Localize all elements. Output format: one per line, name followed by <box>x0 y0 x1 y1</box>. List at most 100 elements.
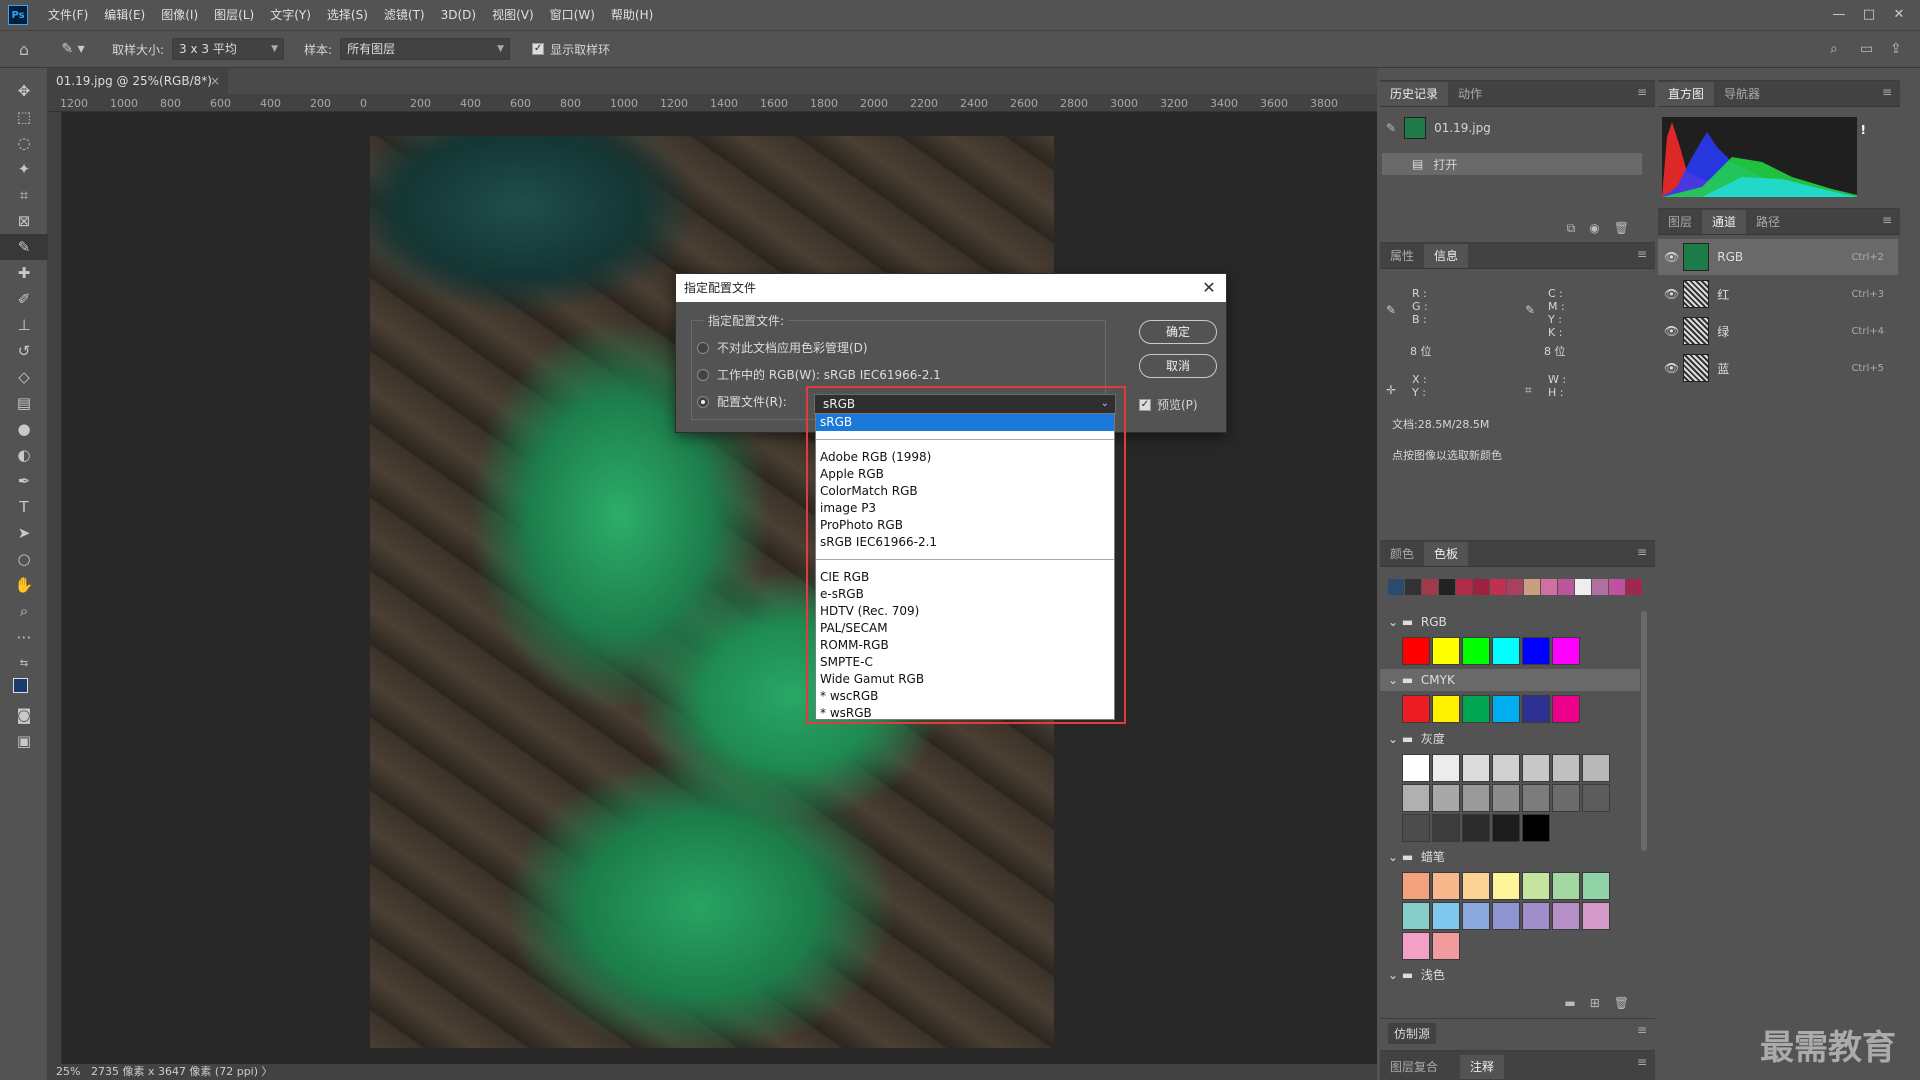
color-swatch[interactable] <box>1552 695 1580 723</box>
menu-item-type[interactable]: 文字(Y) <box>262 0 319 30</box>
brush-tool-icon[interactable]: ✐ <box>0 286 48 312</box>
swatches-scrollbar[interactable] <box>1641 611 1647 851</box>
color-swatch[interactable] <box>1492 814 1520 842</box>
eye-icon[interactable]: 👁 <box>1664 324 1679 338</box>
canvas-area[interactable] <box>62 112 1377 1064</box>
recent-color-swatch[interactable] <box>1524 579 1540 595</box>
option-profile[interactable]: 配置文件(R): <box>697 393 787 410</box>
menu-item-window[interactable]: 窗口(W) <box>542 0 603 30</box>
eraser-tool-icon[interactable]: ◇ <box>0 364 48 390</box>
document-tab[interactable]: 01.19.jpg @ 25%(RGB/8*) × <box>48 68 228 94</box>
eyedropper-preset-icon[interactable]: ✎ ▾ <box>48 41 98 57</box>
color-swatch[interactable] <box>1432 784 1460 812</box>
recent-color-swatch[interactable] <box>1388 579 1404 595</box>
new-swatch-icon[interactable]: ⊞ <box>1590 996 1600 1010</box>
color-swatch[interactable] <box>1582 754 1610 782</box>
recent-color-swatch[interactable] <box>1490 579 1506 595</box>
tab-properties[interactable]: 属性 <box>1380 244 1424 268</box>
lasso-tool-icon[interactable]: ◌ <box>0 130 48 156</box>
menu-item-select[interactable]: 选择(S) <box>319 0 376 30</box>
color-swatch[interactable] <box>1462 872 1490 900</box>
stamp-tool-icon[interactable]: ⊥ <box>0 312 48 338</box>
zoom-level[interactable]: 25% <box>56 1065 80 1078</box>
preview-checkbox-row[interactable]: ✓ 预览(P) <box>1139 396 1198 413</box>
color-swatch[interactable] <box>1462 784 1490 812</box>
channel-row-green[interactable]: 👁 绿 Ctrl+4 <box>1658 313 1898 349</box>
color-swatch[interactable] <box>1552 902 1580 930</box>
color-swatch[interactable] <box>1522 754 1550 782</box>
color-swatch[interactable] <box>1492 784 1520 812</box>
eye-icon[interactable]: 👁 <box>1664 361 1679 375</box>
tab-navigator[interactable]: 导航器 <box>1714 82 1770 106</box>
zoom-tool-icon[interactable]: ⌕ <box>0 598 48 624</box>
shape-tool-icon[interactable]: ○ <box>0 546 48 572</box>
color-swatch[interactable] <box>1432 754 1460 782</box>
tab-notes[interactable]: 注释 <box>1460 1055 1505 1079</box>
eyedropper-tool-icon[interactable]: ✎ <box>0 234 48 260</box>
color-swatch[interactable] <box>1462 754 1490 782</box>
swatch-group-gray[interactable]: ⌄ ▬ 灰度 <box>1380 728 1640 750</box>
color-swatch[interactable] <box>1462 902 1490 930</box>
color-swatch[interactable] <box>1402 932 1430 960</box>
cancel-button[interactable]: 取消 <box>1139 354 1217 378</box>
color-swatch[interactable] <box>1432 637 1460 665</box>
eye-icon[interactable]: 👁 <box>1664 250 1679 264</box>
color-swatch[interactable] <box>1402 695 1430 723</box>
recent-color-swatch[interactable] <box>1592 579 1608 595</box>
path-select-tool-icon[interactable]: ➤ <box>0 520 48 546</box>
eye-icon[interactable]: 👁 <box>1664 287 1679 301</box>
dialog-close-icon[interactable]: ✕ <box>1198 274 1220 302</box>
new-document-icon[interactable]: ⧉ <box>1567 221 1576 236</box>
preview-checkbox[interactable]: ✓ <box>1139 398 1151 411</box>
color-swatch[interactable] <box>1402 902 1430 930</box>
gradient-tool-icon[interactable]: ▤ <box>0 390 48 416</box>
folder-icon[interactable]: ▬ <box>1564 996 1575 1010</box>
screen-mode-icon[interactable]: ▣ <box>0 728 48 754</box>
panel-menu-icon[interactable]: ≡ <box>1882 213 1892 227</box>
tab-actions[interactable]: 动作 <box>1448 82 1492 106</box>
camera-icon[interactable]: ◉ <box>1589 221 1599 236</box>
blur-tool-icon[interactable]: ● <box>0 416 48 442</box>
color-swatches-icon[interactable] <box>0 676 48 702</box>
color-swatch[interactable] <box>1432 932 1460 960</box>
trash-icon[interactable]: 🗑 <box>1614 221 1629 236</box>
color-swatch[interactable] <box>1402 872 1430 900</box>
color-swatch[interactable] <box>1492 695 1520 723</box>
trash-icon[interactable]: 🗑 <box>1614 996 1629 1010</box>
radio-working-rgb[interactable] <box>697 368 709 381</box>
type-tool-icon[interactable]: T <box>0 494 48 520</box>
share-icon[interactable]: ⇪ <box>1890 41 1920 57</box>
color-swatch[interactable] <box>1402 814 1430 842</box>
tab-info[interactable]: 信息 <box>1424 244 1469 268</box>
color-swatch[interactable] <box>1552 784 1580 812</box>
color-swatch[interactable] <box>1582 872 1610 900</box>
swap-colors-icon[interactable]: ⇆ <box>0 650 48 676</box>
show-ring-checkbox[interactable]: ✓ <box>532 43 545 55</box>
color-swatch[interactable] <box>1522 784 1550 812</box>
history-brush-tool-icon[interactable]: ↺ <box>0 338 48 364</box>
hand-tool-icon[interactable]: ✋ <box>0 572 48 598</box>
tab-layers[interactable]: 图层 <box>1658 210 1702 234</box>
color-swatch[interactable] <box>1522 814 1550 842</box>
channel-row-blue[interactable]: 👁 蓝 Ctrl+5 <box>1658 350 1898 386</box>
tab-history[interactable]: 历史记录 <box>1380 82 1449 106</box>
color-swatch[interactable] <box>1432 902 1460 930</box>
color-swatch[interactable] <box>1522 872 1550 900</box>
panel-menu-icon[interactable]: ≡ <box>1882 85 1892 99</box>
color-swatch[interactable] <box>1402 754 1430 782</box>
color-swatch[interactable] <box>1492 872 1520 900</box>
swatch-group-rgb[interactable]: ⌄ ▬ RGB <box>1380 611 1640 633</box>
recent-color-swatch[interactable] <box>1473 579 1489 595</box>
history-snapshot[interactable]: ✎ 01.19.jpg <box>1386 117 1491 139</box>
recent-color-swatch[interactable] <box>1456 579 1472 595</box>
color-swatch[interactable] <box>1402 784 1430 812</box>
option-working-rgb[interactable]: 工作中的 RGB(W): sRGB IEC61966-2.1 <box>697 366 941 383</box>
menu-item-3d[interactable]: 3D(D) <box>433 0 484 30</box>
tab-layer-comps[interactable]: 图层复合 <box>1380 1055 1448 1079</box>
recent-color-swatch[interactable] <box>1609 579 1625 595</box>
channel-row-red[interactable]: 👁 红 Ctrl+3 <box>1658 276 1898 312</box>
marquee-tool-icon[interactable]: ⬚ <box>0 104 48 130</box>
panel-menu-icon[interactable]: ≡ <box>1637 545 1647 559</box>
healing-brush-tool-icon[interactable]: ✚ <box>0 260 48 286</box>
tab-swatches[interactable]: 色板 <box>1424 542 1469 566</box>
